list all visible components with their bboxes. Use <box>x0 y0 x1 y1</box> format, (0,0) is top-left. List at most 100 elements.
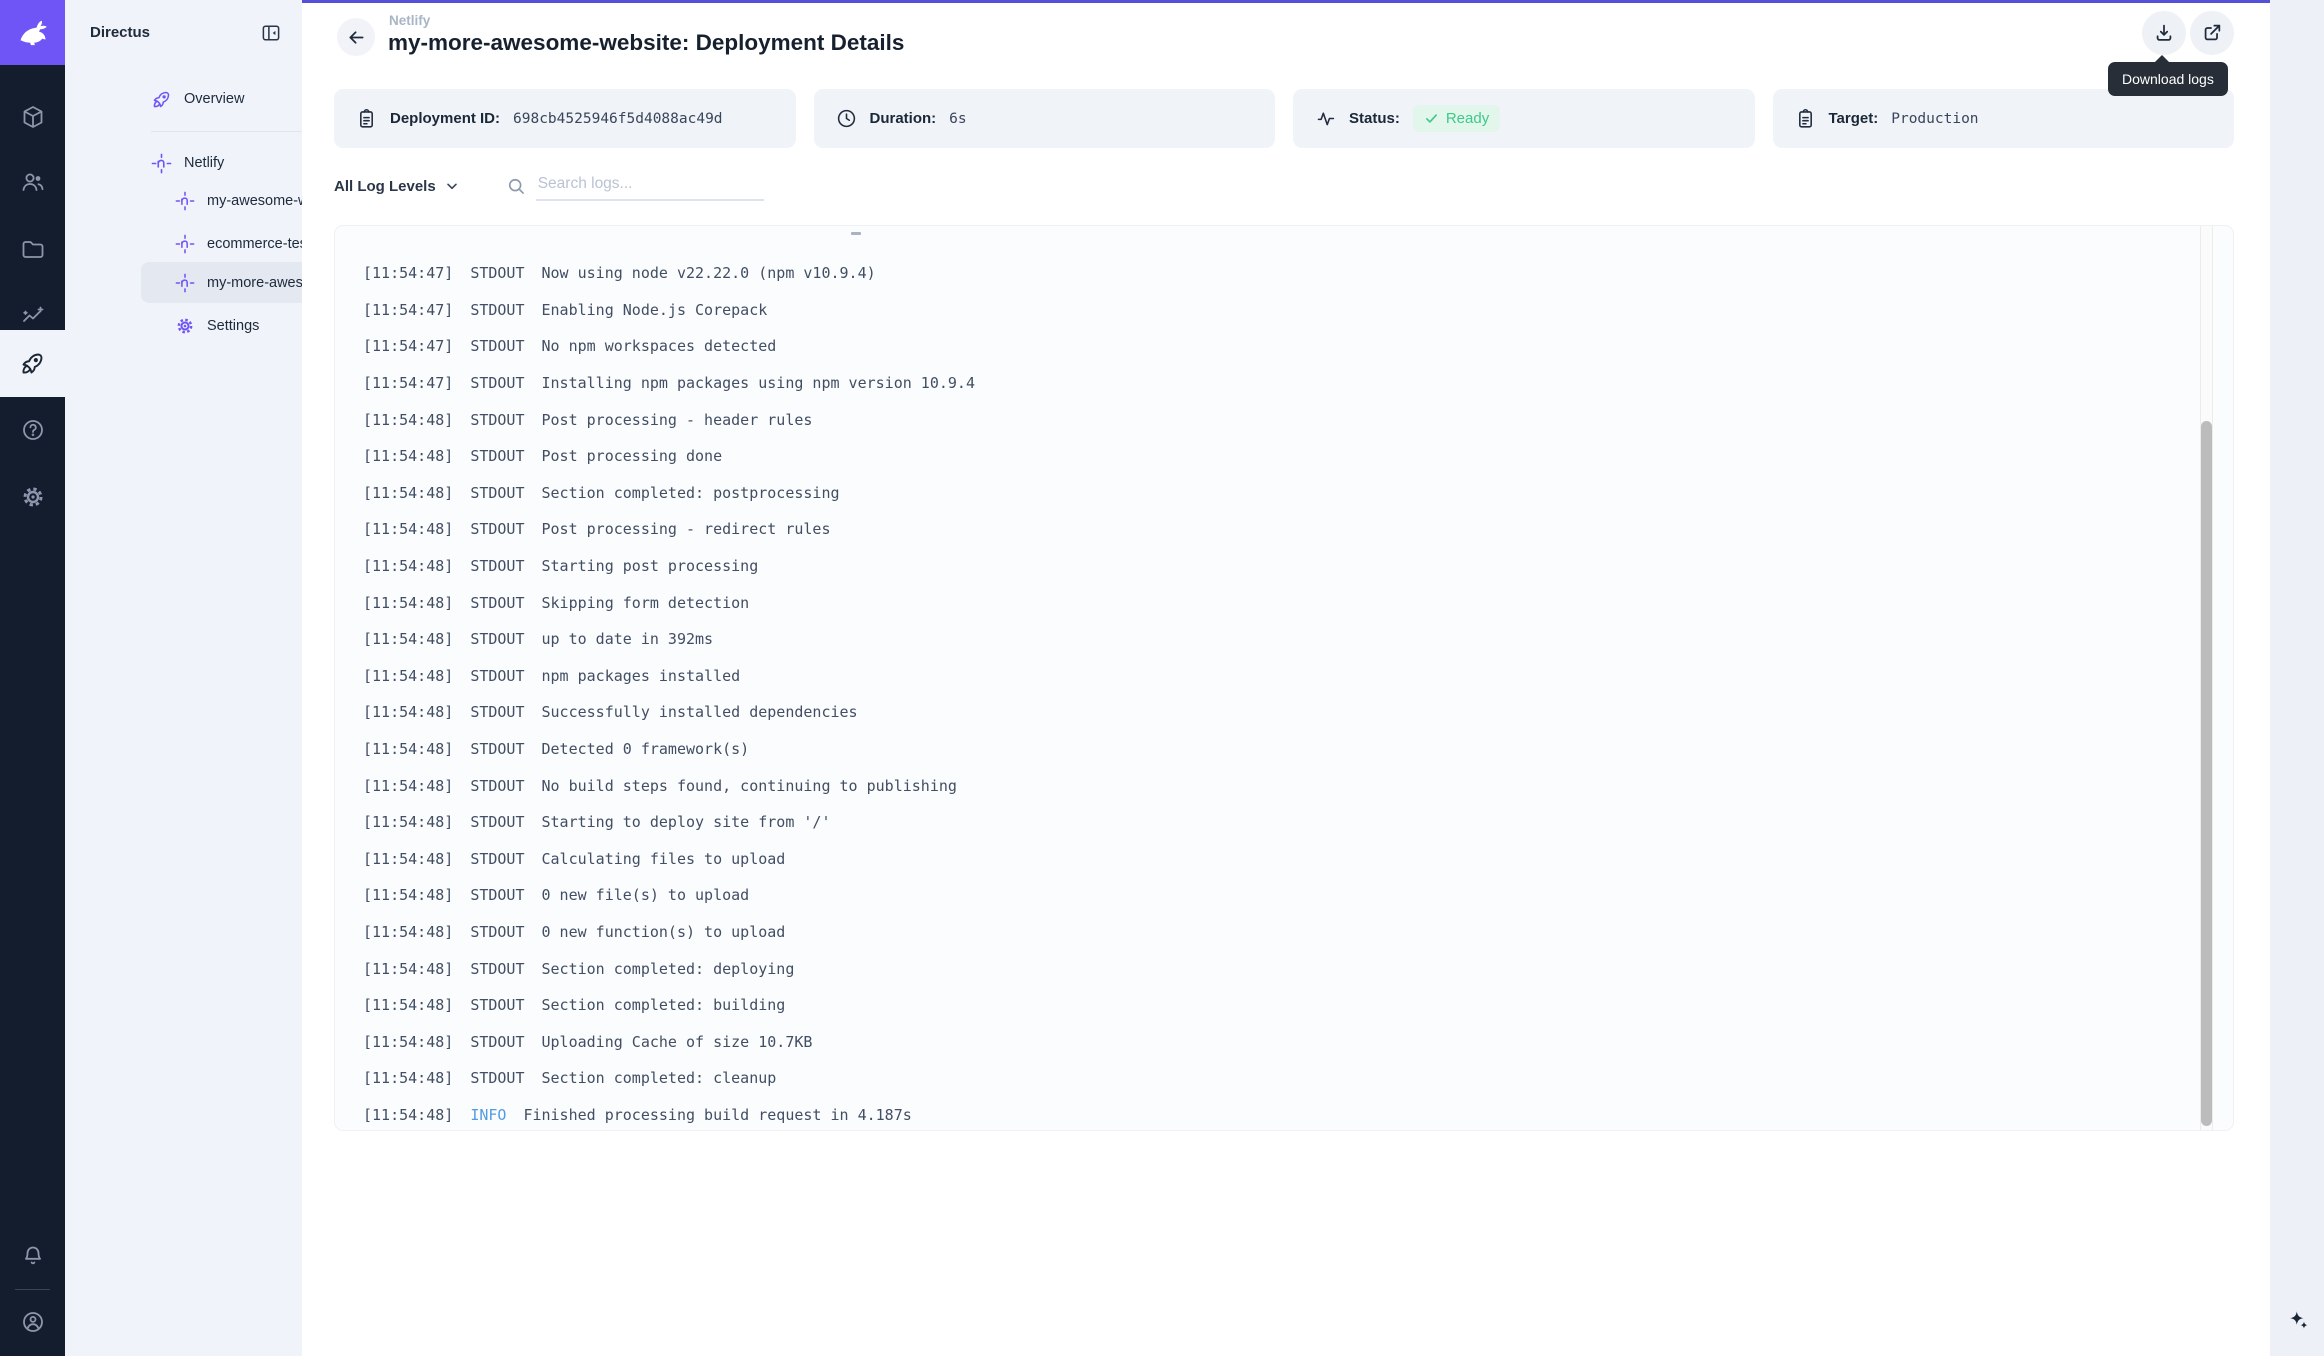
log-line: [11:54:47]STDOUTNo npm workspaces detect… <box>363 328 2173 365</box>
open-site-button[interactable] <box>2190 11 2234 55</box>
log-level: STDOUT <box>470 960 524 978</box>
log-line: [11:54:47]STDOUTEnabling Node.js Corepac… <box>363 292 2173 329</box>
scrollbar-thumb[interactable] <box>2201 421 2212 1126</box>
rail-divider <box>15 1289 50 1290</box>
nav-item-label: Overview <box>184 91 244 107</box>
download-icon <box>2153 22 2175 44</box>
log-line: [11:54:48]STDOUT0 new function(s) to upl… <box>363 914 2173 951</box>
search-input[interactable] <box>536 171 764 201</box>
card-target: Target: Production <box>1773 89 2235 148</box>
module-files[interactable] <box>0 219 65 279</box>
notifications-button[interactable] <box>0 1226 65 1286</box>
netlify-icon <box>151 153 172 174</box>
log-level: STDOUT <box>470 667 524 685</box>
external-link-icon <box>2201 22 2223 44</box>
status-badge: Ready <box>1413 105 1500 132</box>
log-timestamp: [11:54:48] <box>363 630 453 648</box>
ai-assistant-button[interactable] <box>2283 1306 2313 1336</box>
log-line: [11:54:48] STDOUT Calculating files to upl… <box>363 841 2173 878</box>
log-timestamp: [11:54:48] <box>363 447 453 465</box>
download-logs-button[interactable] <box>2142 11 2186 55</box>
log-timestamp: [11:54:48] <box>363 484 453 502</box>
right-sidebar-collapsed <box>2270 0 2324 1356</box>
log-timestamp: [11:54:48] <box>363 813 453 831</box>
log-message: Section completed: postprocessing <box>542 484 840 502</box>
log-message: Calculating files to upload <box>542 850 786 868</box>
user-menu-button[interactable] <box>0 1292 65 1352</box>
module-bar <box>0 0 65 1356</box>
module-content[interactable] <box>0 87 65 147</box>
log-level: STDOUT <box>470 264 524 282</box>
nav-header: Directus <box>65 0 302 65</box>
gear-icon <box>175 316 195 336</box>
log-message: Installing npm packages using npm versio… <box>542 374 975 392</box>
log-timestamp: [11:54:48] <box>363 850 453 868</box>
log-lines: [11:54:47] STDOUT Now using node v22.22.0 … <box>363 255 2173 1131</box>
log-timestamp: [11:54:48] <box>363 411 453 429</box>
card-value: 698cb4525946f5d4088ac49d <box>513 111 723 127</box>
log-line: [11:54:48]STDOUTStarting post processing <box>363 548 2173 585</box>
netlify-site-icon <box>175 273 195 293</box>
card-label: Target: <box>1829 110 1879 127</box>
log-timestamp: [11:54:48] <box>363 1106 453 1124</box>
log-timestamp: [11:54:48] <box>363 996 453 1014</box>
directus-logo[interactable] <box>0 0 65 65</box>
netlify-site-icon <box>175 191 195 211</box>
log-timestamp: [11:54:48] <box>363 520 453 538</box>
module-users[interactable] <box>0 152 65 212</box>
log-level: STDOUT <box>470 923 524 941</box>
clipboard-icon <box>1795 108 1816 129</box>
log-line: [11:54:48]STDOUTPost processing - header… <box>363 401 2173 438</box>
log-level: STDOUT <box>470 886 524 904</box>
log-message: Finished processing build request in 4.1… <box>523 1106 911 1124</box>
log-timestamp: [11:54:48] <box>363 923 453 941</box>
project-name: Directus <box>90 24 260 41</box>
help-icon <box>20 417 46 443</box>
log-timestamp: [11:54:48] <box>363 777 453 795</box>
card-value: 6s <box>949 111 966 127</box>
log-message: Post processing done <box>542 447 723 465</box>
log-line: [11:54:48]STDOUTPost processing - redire… <box>363 511 2173 548</box>
log-level: STDOUT <box>470 703 524 721</box>
log-line: [11:54:48]STDOUTSection completed: postp… <box>363 475 2173 512</box>
log-message: No npm workspaces detected <box>542 337 777 355</box>
collapse-sidebar-icon <box>260 22 282 44</box>
sparkles-icon <box>2285 1308 2312 1335</box>
log-timestamp: [11:54:47] <box>363 301 453 319</box>
log-line: [11:54:48]STDOUT0 new file(s) to upload <box>363 877 2173 914</box>
meta-cards: Deployment ID: 698cb4525946f5d4088ac49d … <box>334 89 2234 148</box>
rabbit-icon <box>13 13 53 53</box>
clipped-log-line <box>851 232 861 235</box>
log-timestamp: [11:54:47] <box>363 264 453 282</box>
log-level-selected: All Log Levels <box>334 178 436 195</box>
back-button[interactable] <box>337 18 375 56</box>
log-timestamp: [11:54:48] <box>363 960 453 978</box>
nav-item-label: ecommerce-test <box>207 236 311 252</box>
log-viewer: [11:54:47] STDOUT Now using node v22.22.0 … <box>334 225 2234 1131</box>
log-level: STDOUT <box>470 850 524 868</box>
module-settings[interactable] <box>0 467 65 527</box>
log-level: STDOUT <box>470 777 524 795</box>
log-level-select[interactable]: All Log Levels <box>334 178 460 195</box>
log-timestamp: [11:54:48] <box>363 557 453 575</box>
card-label: Deployment ID: <box>390 110 500 127</box>
log-timestamp: [11:54:48] <box>363 1069 453 1087</box>
log-search <box>506 171 764 201</box>
module-netlify-active[interactable] <box>0 330 65 397</box>
card-duration: Duration: 6s <box>814 89 1276 148</box>
log-line: [11:54:48]STDOUTDetected 0 framework(s) <box>363 731 2173 768</box>
log-message: Now using node v22.22.0 (npm v10.9.4) <box>542 264 876 282</box>
netlify-site-icon <box>175 234 195 254</box>
log-level: STDOUT <box>470 740 524 758</box>
log-level: STDOUT <box>470 447 524 465</box>
log-level: INFO <box>470 1106 506 1124</box>
users-icon <box>20 169 46 195</box>
log-line: [11:54:48]STDOUTUploading Cache of size … <box>363 1023 2173 1060</box>
log-filters: All Log Levels <box>334 168 764 204</box>
collapse-sidebar-button[interactable] <box>260 22 282 44</box>
log-timestamp: [11:54:48] <box>363 594 453 612</box>
log-message: Detected 0 framework(s) <box>542 740 750 758</box>
card-label: Duration: <box>870 110 937 127</box>
log-line: [11:54:48]STDOUTup to date in 392ms <box>363 621 2173 658</box>
module-help[interactable] <box>0 400 65 460</box>
